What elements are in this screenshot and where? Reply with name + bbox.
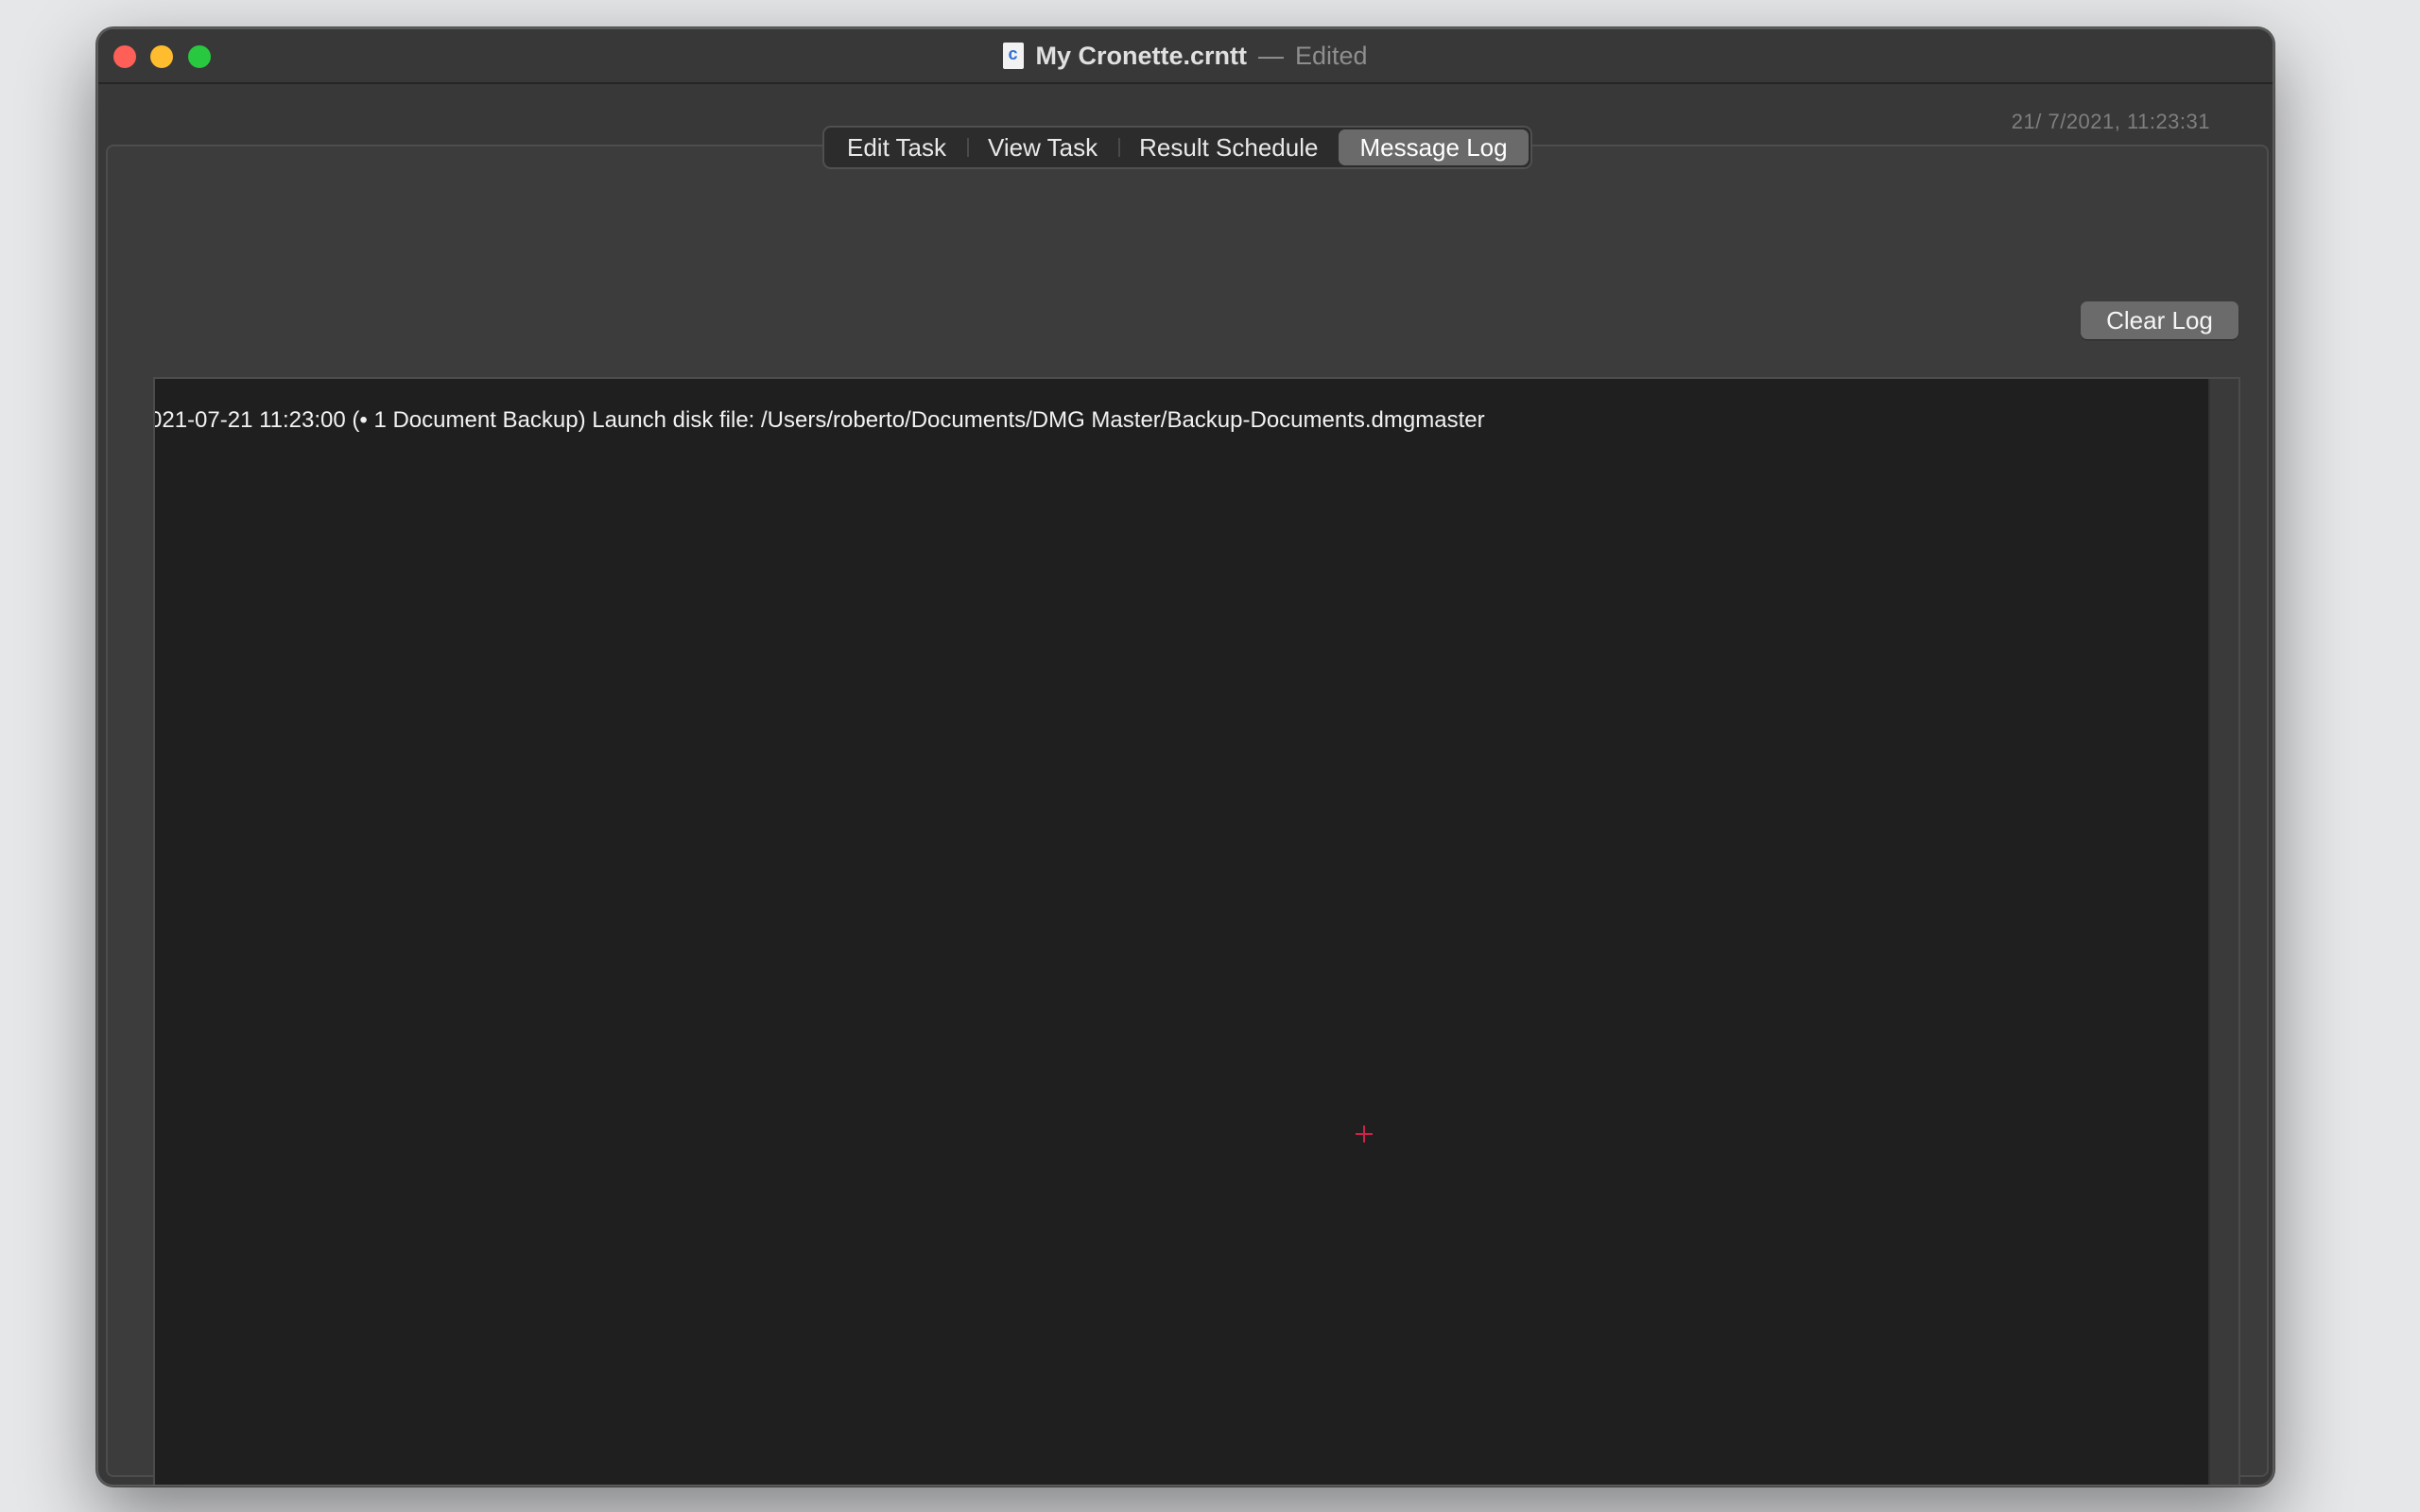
tab-message-log[interactable]: Message Log xyxy=(1339,129,1529,165)
document-icon xyxy=(1003,43,1025,69)
edited-status: Edited xyxy=(1294,41,1368,70)
app-window: My Cronette.crntt — Edited 21/ 7/2021, 1… xyxy=(96,27,2274,1486)
crosshair-cursor-icon xyxy=(1356,1125,1373,1143)
document-name: My Cronette.crntt xyxy=(1035,41,1247,70)
vertical-scrollbar[interactable] xyxy=(2208,379,2238,1485)
tab-view-task[interactable]: View Task xyxy=(967,129,1118,165)
title-separator: — xyxy=(1257,41,1284,70)
current-timestamp: 21/ 7/2021, 11:23:31 xyxy=(2011,110,2210,133)
title-bar[interactable]: My Cronette.crntt — Edited xyxy=(98,29,2273,84)
window-title: My Cronette.crntt — Edited xyxy=(98,29,2273,82)
message-log-view[interactable]: 021-07-21 11:23:00 (• 1 Document Backup)… xyxy=(153,377,2240,1485)
tab-content-panel: Clear Log 021-07-21 11:23:00 (• 1 Docume… xyxy=(106,145,2269,1485)
tab-edit-task[interactable]: Edit Task xyxy=(826,129,967,165)
tab-bar: Edit Task View Task Result Schedule Mess… xyxy=(822,126,1532,169)
clear-log-button[interactable]: Clear Log xyxy=(2081,301,2238,339)
log-entry: 021-07-21 11:23:00 (• 1 Document Backup)… xyxy=(153,407,1485,433)
tab-result-schedule[interactable]: Result Schedule xyxy=(1118,129,1339,165)
